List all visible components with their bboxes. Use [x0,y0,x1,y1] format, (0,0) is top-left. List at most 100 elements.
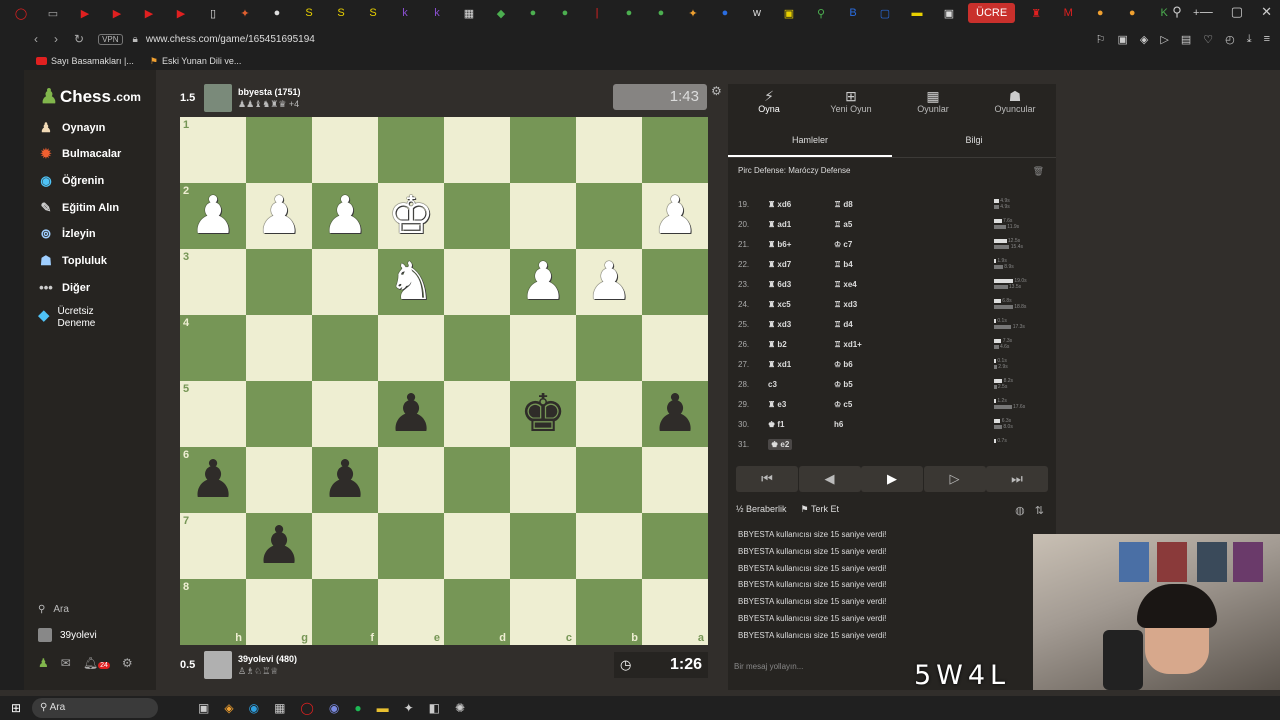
tab-players[interactable]: ☗ Oyuncular [974,84,1056,120]
white-move[interactable]: ♜ xc5 [768,300,834,309]
black-move[interactable]: ♔ b5 [834,380,894,389]
board-square[interactable] [444,249,510,315]
reload-icon[interactable]: ↻ [74,32,84,46]
folder-icon[interactable]: ▬ [377,701,389,715]
board-square[interactable] [576,447,642,513]
chatgpt-icon[interactable]: ✺ [455,701,465,715]
snapshot-icon[interactable]: ▣ [1117,33,1127,46]
black-move[interactable]: ♖ d8 [834,200,894,209]
youtube-tab-icon[interactable]: ▶ [74,2,96,24]
board-square[interactable]: ♟ [642,381,708,447]
tab-icon[interactable]: S [330,2,352,24]
task-view-icon[interactable]: ▣ [198,701,209,715]
board-square[interactable] [444,183,510,249]
extensions-icon[interactable]: ◈ [1140,33,1148,46]
board-square[interactable] [510,513,576,579]
board-square[interactable]: ♚ [510,381,576,447]
tab-icon[interactable]: | [586,2,608,24]
chess-board[interactable]: 1 2 ♟ ♟ ♟ ♚ ♟ 3 ♞ ♟ ♟ 4 5 ♟ ♚ ♟ 6 ♟ ♟ 7 ♟ 8 h g f e d c b a [180,117,708,645]
board-square[interactable] [510,315,576,381]
download-icon[interactable]: ⤓ [1247,33,1252,46]
board-square[interactable]: 6 ♟ [180,447,246,513]
back-icon[interactable]: ‹ [34,32,38,46]
black-move[interactable]: ♖ xe4 [834,280,894,289]
black-pawn-piece[interactable]: ♟ [322,454,369,506]
tab-info[interactable]: Bilgi [892,130,1056,157]
board-square[interactable] [642,513,708,579]
board-square[interactable]: 4 [180,315,246,381]
avatar[interactable] [204,84,232,112]
board-square[interactable] [246,249,312,315]
spotify-icon[interactable]: ● [354,701,361,715]
bookmark-item[interactable]: ⚑ Eski Yunan Dili ve... [150,56,241,67]
chesscom-logo[interactable]: ♟ Chess .com [40,84,141,109]
board-square[interactable] [378,447,444,513]
board-square[interactable] [510,447,576,513]
opera-icon[interactable]: ◯ [10,2,32,24]
board-square[interactable] [576,513,642,579]
menu-icon[interactable]: ≡ [1264,33,1270,46]
wallet-icon[interactable]: ▤ [1181,33,1191,46]
nav-community[interactable]: ☗ Topluluk [38,253,107,269]
black-pawn-piece[interactable]: ♟ [256,520,303,572]
board-square[interactable] [642,447,708,513]
board-square[interactable]: ♚ [378,183,444,249]
nav-train[interactable]: ✎ Eğitim Alın [38,200,120,216]
black-pawn-piece[interactable]: ♟ [652,388,699,440]
board-square[interactable] [576,183,642,249]
board-square[interactable]: 7 [180,513,246,579]
board-square[interactable]: 1 [180,117,246,183]
minimize-icon[interactable]: — [1200,4,1213,20]
top-player-name[interactable]: bbyesta (1751) [238,87,301,97]
black-move[interactable]: ♖ a5 [834,220,894,229]
vpn-badge[interactable]: VPN [98,33,123,45]
tab-icon[interactable]: k [426,2,448,24]
tab-icon[interactable]: ✦ [682,2,704,24]
bottom-player-name[interactable]: 39yolevi (480) [238,654,297,664]
tab-icon[interactable]: ● [266,2,288,24]
free-trial-link[interactable]: ◆ Ücretsiz Deneme [38,306,118,330]
board-square[interactable]: g [246,579,312,645]
board-square[interactable] [510,183,576,249]
board-square[interactable] [642,315,708,381]
taskbar-search[interactable]: ⚲ Ara [32,698,158,718]
board-square[interactable]: ♟ [312,183,378,249]
black-move[interactable]: h6 [834,420,894,429]
board-square[interactable]: 2 ♟ [180,183,246,249]
windows-start-icon[interactable]: ⊞ [0,701,32,715]
last-move-button[interactable]: ⏭ [986,466,1048,492]
tab-icon[interactable]: B [842,2,864,24]
white-move[interactable]: ♜ xd1 [768,360,834,369]
mail-icon[interactable]: ✉ [61,656,71,670]
board-square[interactable]: b [576,579,642,645]
tab-icon[interactable]: ● [522,2,544,24]
tab-icon[interactable]: ● [650,2,672,24]
board-square[interactable]: ♟ [510,249,576,315]
white-move[interactable]: ♜ b2 [768,340,834,349]
bookmark-item[interactable]: Sayı Basamakları |... [36,56,134,66]
flip-board-icon[interactable]: ⇅ [1035,504,1044,517]
board-square[interactable] [246,315,312,381]
board-settings-icon[interactable]: ⚙ [711,84,722,98]
board-square[interactable] [378,117,444,183]
white-move[interactable]: ♜ 6d3 [768,280,834,289]
tab-icon[interactable]: ◆ [490,2,512,24]
forward-icon[interactable]: › [54,32,58,46]
store-icon[interactable]: ▦ [274,701,285,715]
black-pawn-piece[interactable]: ♟ [190,454,237,506]
play-icon[interactable]: ▷ [1160,33,1168,46]
tab-icon[interactable]: ● [714,2,736,24]
tab-icon[interactable]: ▣ [938,2,960,24]
nav-puzzles[interactable]: ✹ Bulmacalar [38,146,122,162]
play-button[interactable]: ▶ [861,466,923,492]
board-square[interactable] [312,249,378,315]
nav-more[interactable]: ••• Diğer [38,280,90,295]
doc-tab-icon[interactable]: ▯ [202,2,224,24]
board-square[interactable]: ♟ [246,513,312,579]
board-square[interactable]: d [444,579,510,645]
nav-learn[interactable]: ◉ Öğrenin [38,173,104,189]
board-square[interactable] [246,117,312,183]
board-square[interactable]: f [312,579,378,645]
tab-icon[interactable]: ● [618,2,640,24]
tab-icon[interactable]: ⚲ [810,2,832,24]
